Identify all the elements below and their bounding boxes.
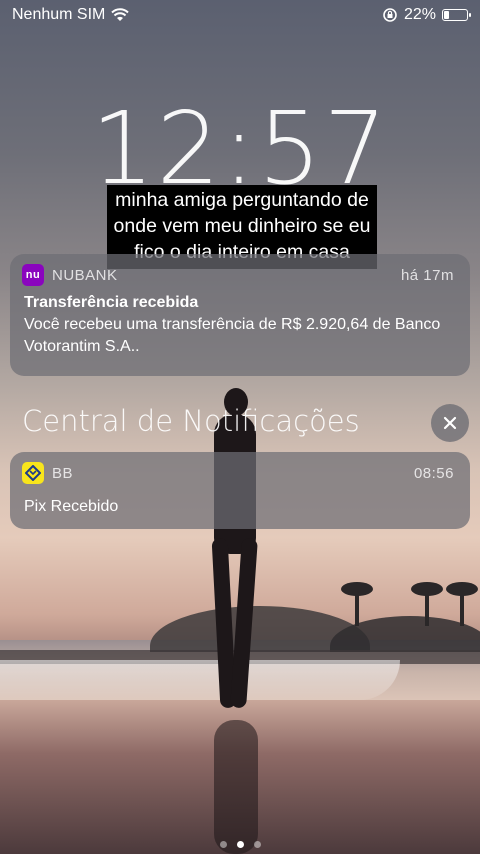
notification-title: Transferência recebida bbox=[24, 294, 199, 311]
notification-body: Você recebeu uma transferência de R$ 2.9… bbox=[24, 316, 441, 355]
figure-reflection bbox=[214, 720, 258, 854]
carrier-label: Nenhum SIM bbox=[12, 6, 106, 23]
status-bar: Nenhum SIM 22% bbox=[0, 0, 480, 30]
notification-time: 08:56 bbox=[413, 464, 454, 482]
nubank-app-icon: nu bbox=[22, 264, 44, 286]
page-dot bbox=[219, 841, 227, 848]
island-silhouette bbox=[330, 616, 480, 652]
notification-time: há 17m bbox=[400, 266, 454, 284]
page-dot-active bbox=[236, 841, 244, 848]
page-dot bbox=[253, 841, 261, 848]
battery-percent: 22% bbox=[403, 6, 436, 23]
notification-app-name: BB bbox=[52, 464, 74, 482]
notification-bb[interactable]: BB 08:56 Pix Recebido bbox=[10, 452, 470, 529]
page-indicator bbox=[0, 841, 480, 848]
notification-nubank[interactable]: nu NUBANK há 17m Transferência recebida … bbox=[10, 254, 470, 376]
notification-app-name: NUBANK bbox=[52, 266, 118, 284]
palm-tree bbox=[411, 582, 443, 626]
palm-tree bbox=[341, 582, 373, 626]
close-icon bbox=[443, 416, 457, 430]
clear-notifications-button[interactable] bbox=[431, 404, 469, 442]
orientation-lock-icon bbox=[383, 8, 397, 22]
notification-center-title: Central de Notificações bbox=[22, 404, 360, 438]
notification-body: Pix Recebido bbox=[24, 498, 119, 515]
battery-icon bbox=[442, 9, 471, 21]
bb-app-icon bbox=[22, 462, 44, 484]
palm-tree bbox=[446, 582, 478, 626]
wifi-icon bbox=[111, 8, 130, 21]
